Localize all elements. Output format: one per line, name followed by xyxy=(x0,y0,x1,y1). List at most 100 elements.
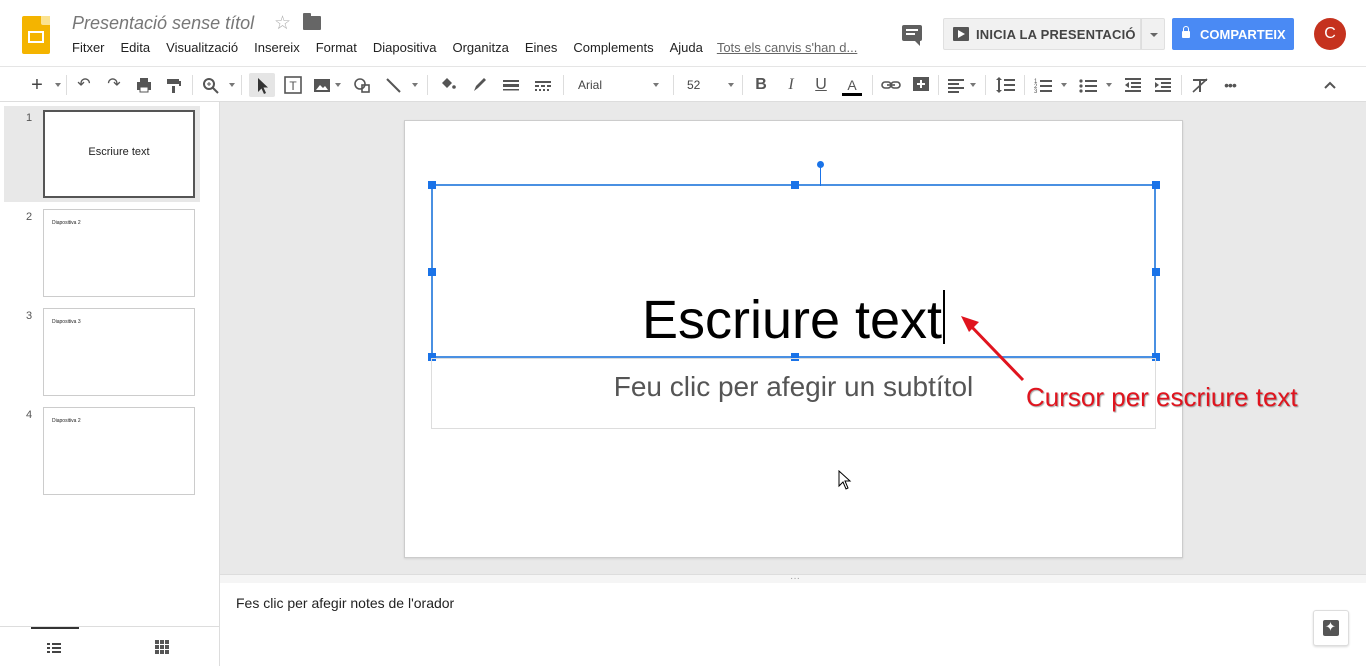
slide-number: 2 xyxy=(26,211,33,223)
italic-icon[interactable]: I xyxy=(781,73,801,97)
menu-insert[interactable]: Insereix xyxy=(246,40,308,58)
text-box-icon[interactable]: T xyxy=(281,73,305,97)
menu-addons[interactable]: Complements xyxy=(565,40,661,58)
line-icon[interactable] xyxy=(383,73,405,97)
menu-arrange[interactable]: Organitza xyxy=(444,40,516,58)
slide-thumbnail[interactable]: Escriure text xyxy=(43,110,195,198)
paint-format-icon[interactable] xyxy=(164,73,184,97)
slide-title[interactable]: Escriure text xyxy=(433,290,1154,349)
last-edit-link[interactable]: Tots els canvis s'han d... xyxy=(717,40,858,58)
menu-tools[interactable]: Eines xyxy=(517,40,566,58)
new-slide-layout-caret[interactable] xyxy=(55,83,61,87)
new-slide-icon[interactable]: + xyxy=(27,73,47,97)
text-color-icon[interactable]: A xyxy=(841,73,863,97)
notes-resize-handle[interactable]: ··· xyxy=(220,573,1366,584)
increase-indent-icon[interactable] xyxy=(1152,73,1174,97)
star-icon[interactable]: ☆ xyxy=(274,12,291,35)
font-family-caret[interactable] xyxy=(653,83,659,87)
add-comment-icon[interactable] xyxy=(910,73,932,97)
shape-icon[interactable] xyxy=(351,73,373,97)
redo-icon[interactable]: ↷ xyxy=(104,73,124,97)
share-button[interactable]: COMPARTEIX xyxy=(1172,18,1294,50)
menu-format[interactable]: Format xyxy=(308,40,365,58)
zoom-icon[interactable] xyxy=(200,73,222,97)
speaker-notes[interactable]: Fes clic per afegir notes de l'orador xyxy=(220,583,1366,666)
insert-link-icon[interactable] xyxy=(880,73,902,97)
menu-view[interactable]: Visualització xyxy=(158,40,246,58)
align-icon[interactable] xyxy=(945,73,967,97)
toolbar-divider xyxy=(241,75,242,95)
line-caret[interactable] xyxy=(412,83,418,87)
annotation-label: Cursor per escriure text xyxy=(1026,382,1298,412)
menu-file[interactable]: Fitxer xyxy=(72,40,113,58)
zoom-caret[interactable] xyxy=(229,83,235,87)
undo-icon[interactable]: ↶ xyxy=(74,73,94,97)
title-text-box[interactable]: Escriure text xyxy=(428,161,1160,361)
numbered-list-caret[interactable] xyxy=(1061,83,1067,87)
font-size-caret[interactable] xyxy=(728,83,734,87)
resize-handle[interactable] xyxy=(428,181,436,189)
clear-formatting-icon[interactable] xyxy=(1189,73,1211,97)
explore-button[interactable] xyxy=(1313,610,1349,646)
present-dropdown-button[interactable] xyxy=(1141,18,1165,50)
slide-number: 4 xyxy=(26,409,33,421)
border-color-icon[interactable] xyxy=(469,73,491,97)
slides-logo-icon[interactable] xyxy=(22,16,50,54)
toolbar-divider xyxy=(1024,75,1025,95)
resize-handle[interactable] xyxy=(1152,181,1160,189)
slide-canvas[interactable]: Escriure text Feu clic per afegir un sub… xyxy=(404,120,1183,558)
slide-thumbnail-row[interactable]: 1 Escriure text xyxy=(4,106,200,202)
menu-slide[interactable]: Diapositiva xyxy=(365,40,445,58)
document-title[interactable]: Presentació sense títol xyxy=(72,13,254,34)
svg-text:3: 3 xyxy=(1034,89,1038,95)
grid-view-button[interactable] xyxy=(138,627,186,666)
grid-view-icon xyxy=(155,640,169,654)
text-cursor xyxy=(943,290,946,344)
avatar[interactable]: C xyxy=(1314,18,1346,50)
slide-thumbnail[interactable]: Diapositiva 3 xyxy=(43,308,195,396)
toolbar: + ↶ ↷ T Arial 52 B I U A 1 2 3 ••• xyxy=(0,66,1366,102)
align-caret[interactable] xyxy=(970,83,976,87)
line-spacing-icon[interactable] xyxy=(994,73,1018,97)
present-button[interactable]: INICIA LA PRESENTACIÓ xyxy=(943,18,1141,50)
underline-icon[interactable]: U xyxy=(811,73,831,97)
border-dash-icon[interactable] xyxy=(532,73,554,97)
comments-icon[interactable] xyxy=(902,25,922,46)
bulleted-list-caret[interactable] xyxy=(1106,83,1112,87)
filmstrip-view-switcher xyxy=(0,626,219,666)
slide-thumbnail[interactable]: Diapositiva 2 xyxy=(43,407,195,495)
image-caret[interactable] xyxy=(335,83,341,87)
rotation-line xyxy=(820,166,821,186)
filmstrip-view-button[interactable] xyxy=(31,627,79,666)
image-icon[interactable] xyxy=(311,73,333,97)
slide-thumbnail[interactable]: Diapositiva 2 xyxy=(43,209,195,297)
menu-edit[interactable]: Edita xyxy=(113,40,159,58)
rotation-handle[interactable] xyxy=(817,161,824,168)
border-weight-icon[interactable] xyxy=(500,73,522,97)
slide-thumbnail-row[interactable]: 4 Diapositiva 2 xyxy=(4,403,200,499)
more-options-icon[interactable]: ••• xyxy=(1219,73,1241,97)
slide-thumbnail-row[interactable]: 2 Diapositiva 2 xyxy=(4,205,200,301)
annotation-arrow xyxy=(961,316,1025,382)
slide-thumbnail-row[interactable]: 3 Diapositiva 3 xyxy=(4,304,200,400)
resize-handle[interactable] xyxy=(791,181,799,189)
bulleted-list-icon[interactable] xyxy=(1077,73,1099,97)
print-icon[interactable] xyxy=(134,73,154,97)
decrease-indent-icon[interactable] xyxy=(1122,73,1144,97)
slide-number: 1 xyxy=(26,112,33,124)
menu-bar: Fitxer Edita Visualització Insereix Form… xyxy=(72,40,857,58)
fill-color-icon[interactable] xyxy=(436,73,458,97)
toolbar-divider xyxy=(427,75,428,95)
menu-help[interactable]: Ajuda xyxy=(662,40,711,58)
resize-handle[interactable] xyxy=(428,268,436,276)
select-tool-icon[interactable] xyxy=(249,73,275,97)
resize-handle[interactable] xyxy=(1152,268,1160,276)
grip-icon: ··· xyxy=(790,573,800,584)
numbered-list-icon[interactable]: 123 xyxy=(1032,73,1054,97)
font-family-select[interactable]: Arial xyxy=(572,73,664,97)
folder-icon[interactable] xyxy=(303,13,321,30)
bold-icon[interactable]: B xyxy=(751,73,771,97)
play-icon xyxy=(953,27,969,41)
chevron-up-icon[interactable] xyxy=(1320,73,1340,97)
present-button-label: INICIA LA PRESENTACIÓ xyxy=(976,27,1136,42)
